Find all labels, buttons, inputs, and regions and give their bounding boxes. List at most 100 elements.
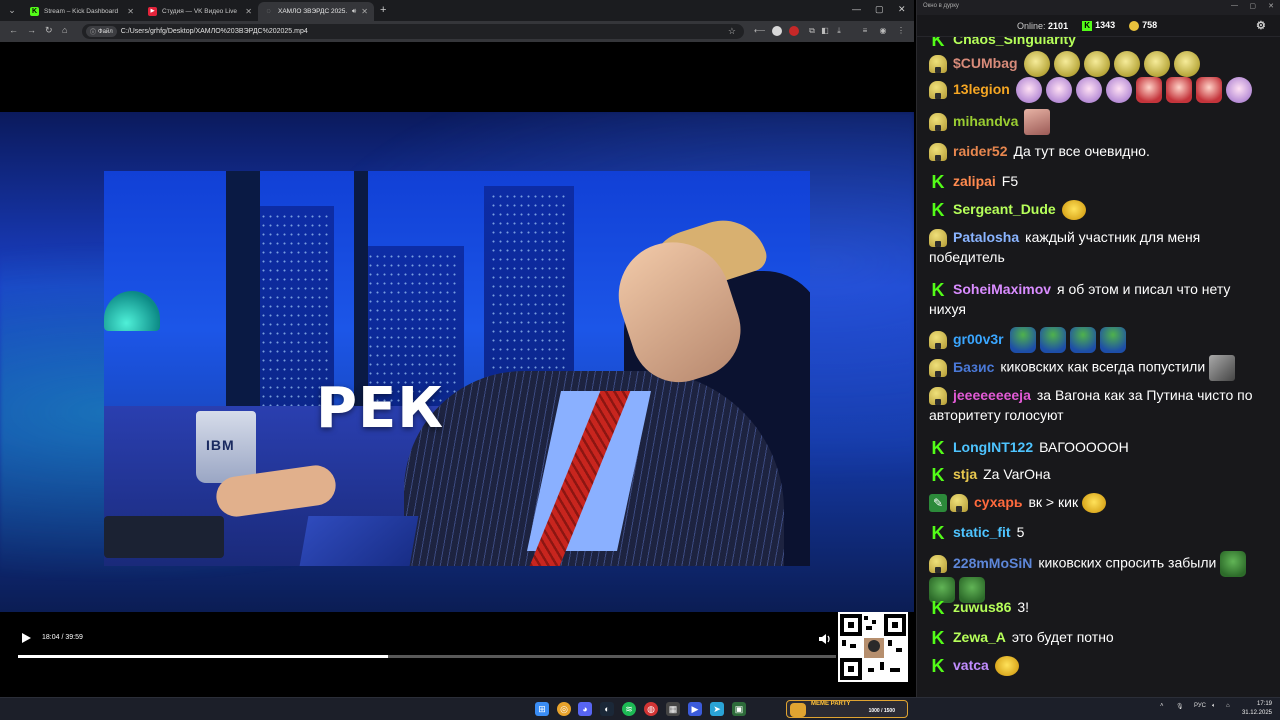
chat-username[interactable]: Chaos_Singularity (953, 37, 1076, 47)
mic-icon[interactable]: 🎙︎ (1176, 703, 1184, 710)
telegram-icon[interactable]: ➤ (710, 702, 724, 716)
chat-username[interactable]: Zewa_A (953, 629, 1006, 645)
chat-username[interactable]: static_fit (953, 524, 1011, 540)
extension-icon[interactable]: ⟵ (754, 26, 765, 36)
cum-emote-icon (1023, 51, 1050, 77)
discord-icon[interactable]: ◕ (578, 702, 592, 716)
chat-message: Kvatca (929, 655, 1269, 677)
yel-emote-icon (1081, 493, 1106, 514)
chat-username[interactable]: SoheiMaximov (953, 281, 1051, 297)
chat-username[interactable]: zalipai (953, 173, 996, 189)
meme-party-widget[interactable]: MEME PARTY 1000 / 1500 (786, 700, 908, 718)
chat-username[interactable]: jeeeeeeeeja (953, 387, 1031, 403)
language-indicator[interactable]: РУС (1194, 703, 1206, 709)
back-icon[interactable]: ← (9, 25, 18, 35)
volume-icon[interactable] (818, 632, 832, 646)
close-window-icon[interactable]: ✕ (898, 4, 906, 15)
meme-party-count: 1000 / 1500 (868, 708, 895, 714)
address-bar[interactable]: ⓘ Файл C:/Users/grhfg/Desktop/ХАМЛО%20ЗВЭ… (82, 24, 744, 39)
app-icon[interactable]: ▣ (732, 702, 746, 716)
pepe-emote-icon (1039, 327, 1066, 353)
minimize-icon[interactable]: — (852, 4, 861, 14)
tab-video-file[interactable]: ◌ ХАМЛО ЗВЭРДС 2025.mp4 🔊︎ ✕ (258, 2, 374, 21)
chat-settings-icon[interactable]: ⚙ (1256, 19, 1270, 33)
cat-emote-icon (1209, 355, 1236, 381)
pink-emote-icon (1015, 77, 1042, 103)
steam-icon[interactable]: ◐ (600, 702, 614, 716)
pip-icon[interactable]: ◧ (820, 26, 830, 36)
spotify-icon[interactable]: ≋ (622, 702, 636, 716)
chat-text: вк > кик (1028, 494, 1079, 510)
tab-kick-dashboard[interactable]: K Stream – Kick Dashboard ✕ (24, 2, 140, 21)
chat-username[interactable]: mihandva (953, 113, 1018, 129)
site-info-chip[interactable]: ⓘ Файл (86, 26, 117, 37)
chat-username[interactable]: gr00v3r (953, 331, 1004, 347)
close-window-icon[interactable]: ✕ (1268, 2, 1274, 10)
chat-username[interactable]: сухарь (974, 494, 1022, 510)
video-progress-bar[interactable] (18, 655, 836, 658)
new-tab-button[interactable]: + (380, 4, 386, 16)
chat-username[interactable]: zuwus86 (953, 599, 1011, 615)
close-tab-icon[interactable]: ✕ (245, 7, 252, 16)
chat-username[interactable]: 13legion (953, 81, 1010, 97)
tab-search-icon[interactable]: ⌄ (4, 3, 20, 17)
chat-username[interactable]: raider52 (953, 143, 1007, 159)
maximize-icon[interactable]: ▢ (1249, 2, 1256, 10)
forward-icon[interactable]: → (27, 25, 36, 35)
close-tab-icon[interactable]: ✕ (361, 7, 368, 16)
tab-vk-studio[interactable]: ▶ Студия — VK Видео Live ✕ (142, 2, 258, 21)
profile-dot-icon[interactable] (772, 26, 782, 36)
start-icon[interactable]: ⊞ (535, 702, 549, 716)
chat-username[interactable]: stja (953, 466, 977, 482)
pink-emote-icon (1105, 77, 1132, 103)
chat-username[interactable]: 228mMoSiN (953, 555, 1032, 571)
more-menu-icon[interactable]: ⋮ (896, 26, 906, 36)
download-icon[interactable]: ⤓ (834, 26, 844, 36)
kick-viewers-stat: K 1343 (1082, 20, 1115, 31)
maximize-icon[interactable]: ▢ (875, 4, 884, 15)
video-viewport[interactable]: IBM РЕК 18:04 / 39:59 (0, 42, 914, 697)
chat-message: K SoheiMaximov я об этом и писал что нету … (929, 279, 1269, 319)
meme-party-label: MEME PARTY (811, 701, 851, 707)
home-icon[interactable]: ⌂ (62, 25, 67, 35)
tab-groups-icon[interactable]: ≡ (860, 26, 870, 36)
kick-badge-icon: K (931, 172, 945, 193)
face-emote-icon (1024, 109, 1051, 135)
tab-title: Stream – Kick Dashboard (44, 8, 119, 15)
pepe-badge-icon (929, 81, 947, 99)
cum-emote-icon (1113, 51, 1140, 77)
chat-text: киковских как всегда попустили (1000, 358, 1206, 375)
chat-window-title: Окно в дурку (923, 3, 959, 9)
extensions-puzzle-icon[interactable]: ⧉ (807, 26, 817, 36)
app-icon[interactable]: ▶ (688, 702, 702, 716)
clock[interactable]: 17:19 31.12.2025 (1242, 700, 1272, 718)
play-icon[interactable] (20, 632, 32, 644)
yel-emote-icon (1061, 200, 1086, 221)
obs-icon[interactable]: ◍ (644, 702, 658, 716)
audio-playing-icon[interactable]: 🔊︎ (352, 8, 356, 16)
kick-badge-icon: K (931, 523, 945, 544)
pepe-badge-icon (929, 143, 947, 162)
chrome-icon[interactable]: ◎ (557, 702, 571, 716)
bookmark-star-icon[interactable]: ☆ (728, 26, 736, 37)
chat-message-list[interactable]: K Chaos_Singularity $CUMbag 13legion mihandv… (917, 37, 1280, 697)
minimize-icon[interactable]: — (1231, 2, 1238, 9)
app-icon[interactable]: ▦ (666, 702, 680, 716)
video-frame[interactable]: IBM (0, 112, 914, 612)
tray-expand-icon[interactable]: ˄ (1160, 703, 1164, 709)
chat-username[interactable]: Sergeant_Dude (953, 201, 1056, 217)
volume-tray-icon[interactable]: 🔈︎ (1212, 703, 1216, 710)
chat-username[interactable]: vatca (953, 657, 989, 673)
chat-username[interactable]: Patalosha (953, 229, 1019, 245)
network-icon[interactable]: ⌂ (1226, 703, 1230, 709)
chat-username[interactable]: $CUMbag (953, 55, 1018, 71)
close-tab-icon[interactable]: ✕ (127, 7, 134, 16)
account-icon[interactable]: ◉ (878, 26, 888, 36)
record-extension-icon[interactable] (789, 26, 799, 36)
chat-username[interactable]: LongINT122 (953, 439, 1033, 455)
chat-text: ВАГОООООН (1039, 439, 1129, 455)
reload-icon[interactable]: ↻ (45, 25, 53, 36)
chat-username[interactable]: Базис (953, 359, 994, 375)
chat-message: jeeeeeeeeja за Вагона как за Путина чисто… (929, 385, 1269, 425)
online-stat: Online: 2101 (1017, 21, 1068, 31)
